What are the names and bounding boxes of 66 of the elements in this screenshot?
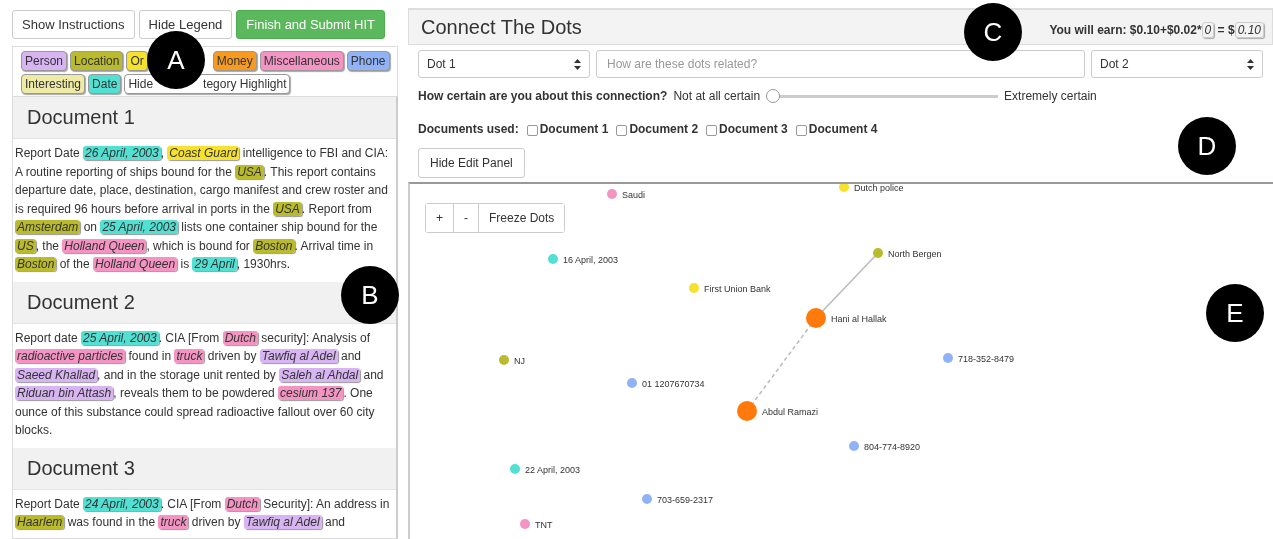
dot-marker[interactable]	[627, 378, 637, 388]
dot-label: 01 1207670734	[642, 378, 705, 389]
dot-label: Abdul Ramazi	[762, 406, 819, 417]
dot-marker[interactable]	[499, 355, 509, 365]
category-tag[interactable]: Phone	[346, 51, 390, 71]
dot-label: NJ	[514, 355, 525, 366]
dot-label: First Union Bank	[704, 283, 771, 294]
dot-label: 804-774-8920	[864, 441, 921, 452]
dot-marker[interactable]	[548, 254, 558, 264]
document-title: Document 3	[13, 447, 396, 490]
caret-icon	[574, 58, 581, 70]
category-tag[interactable]: Location	[70, 51, 124, 71]
document-text: Report Date 26 April, 2003 , Coast Guard intelligence to FBI and CIA: A routine reporting of ships bound for the USA . This report contains departure date, place, destination, cargo manifest and crew roster and is required 96 hours before arrival in ports in the USA . Report from Amsterdam on 25 April, 2003 lists one container ship bound for the US , the Holland Queen , which is bound for Boston . Arrival time in Boston of the Holland Queen is 29 April , 1930hrs.	[13, 139, 396, 282]
dot-marker[interactable]	[689, 283, 699, 293]
dot-marker[interactable]	[943, 353, 953, 363]
caret-icon	[1247, 58, 1254, 70]
dot-label: Saudi	[622, 189, 646, 200]
checkbox[interactable]	[616, 125, 628, 136]
dot-label: Dutch police	[854, 184, 904, 193]
dot-label: North Bergen	[888, 248, 942, 259]
checkbox[interactable]	[706, 125, 718, 136]
document-title: Document 1	[13, 97, 396, 139]
dot-marker[interactable]	[510, 464, 520, 474]
checkbox-label: Document 2	[629, 121, 699, 136]
toolbar-button[interactable]: Hide Legend	[138, 10, 233, 39]
category-tag[interactable]: Date	[88, 74, 122, 94]
slider-max-label: Extremely certain	[1004, 89, 1097, 103]
category-tag[interactable]: Or	[126, 51, 148, 71]
slider-thumb[interactable]	[766, 89, 781, 103]
dot-label: 22 April, 2003	[525, 464, 581, 475]
callout-badge: D	[1178, 117, 1236, 175]
category-tag[interactable]: Person	[21, 51, 68, 71]
documents-used-label: Documents used:	[418, 121, 519, 136]
category-tag[interactable]: Money	[212, 51, 257, 71]
checkbox[interactable]	[526, 125, 538, 136]
dot-select[interactable]: Dot 2	[1091, 50, 1263, 78]
category-tag[interactable]: Interesting	[21, 74, 86, 94]
checkbox-label: Document 4	[808, 121, 878, 136]
category-tag[interactable]: Miscellaneous	[259, 51, 344, 71]
relation-field[interactable]: How are these dots related?	[596, 50, 1085, 78]
callout-badge: E	[1206, 284, 1264, 342]
dot-label: Hani al Hallak	[831, 313, 887, 324]
certainty-question: How certain are you about this connection?	[418, 89, 668, 103]
dot-label: 16 April, 2003	[563, 254, 619, 265]
hide-edit-button[interactable]: Hide Edit Panel	[418, 148, 525, 178]
dot-marker[interactable]	[607, 189, 617, 199]
document-text: Report date 25 April, 2003 . CIA [From Dutch security]: Analysis of radioactive particles found in truck driven by Tawfiq al Adel and Saeed Khallad , and in the storage unit rented by Saleh al Ahdal and Riduan bin Attash , reveals them to be powdered cesium 137 . One ounce of this substance could spread radioactive fallout over 60 city blocks.	[13, 323, 396, 448]
dot-label: TNT	[535, 519, 553, 530]
earnings-text: You will earn: $0.10+$0.02* 0 = $ 0.10	[1049, 23, 1264, 37]
dot-label: 703-659-2317	[657, 494, 714, 505]
dot-marker[interactable]	[806, 308, 826, 328]
dot-marker[interactable]	[849, 441, 859, 451]
toolbar-button[interactable]: Show Instructions	[12, 10, 135, 39]
graph-control-button[interactable]: +	[426, 204, 454, 232]
checkbox-label: Document 1	[539, 121, 609, 136]
document-text: Report Date 24 April, 2003 . CIA [From Dutch Security]: An address in Haarlem was found in the truck driven by Tawfiq al Adel and	[13, 489, 396, 538]
dot-label: 718-352-8479	[958, 353, 1015, 364]
slider-min-label: Not at all certain	[673, 89, 761, 103]
checkbox-label: Document 3	[719, 121, 788, 136]
dot-marker[interactable]	[737, 401, 757, 421]
dot-marker[interactable]	[642, 494, 652, 504]
dot-marker[interactable]	[873, 248, 883, 258]
dot-marker[interactable]	[520, 519, 530, 529]
dot-select[interactable]: Dot 1	[418, 50, 590, 78]
checkbox[interactable]	[795, 125, 807, 136]
panel-title: Connect The Dots	[421, 15, 582, 39]
